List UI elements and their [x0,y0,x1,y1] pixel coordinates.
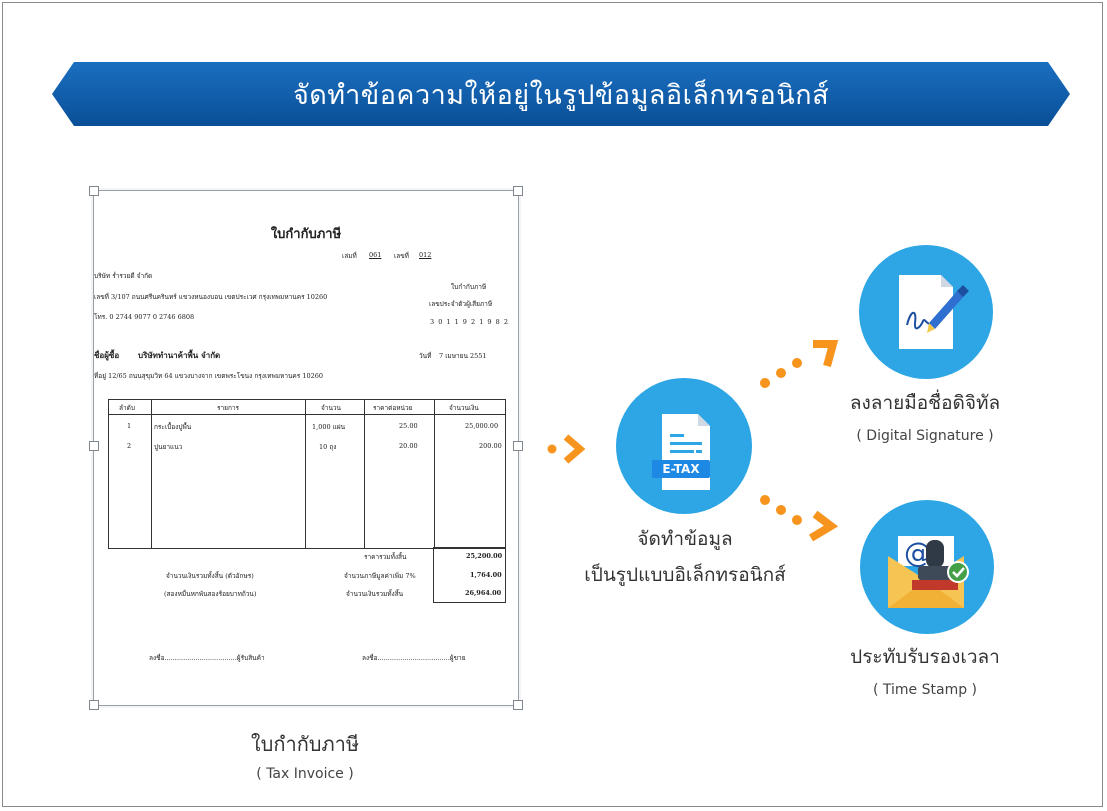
seller-phone: โทร. 0 2744 9077 0 2746 6808 [94,313,195,321]
row-price: 25.00 [399,422,418,430]
signature-circle [859,245,993,379]
column-header: จำนวนเงิน [449,404,479,412]
corner-handle [89,700,99,710]
vat-label: จำนวนภาษีมูลค่าเพิ่ม 7% [344,572,416,580]
row-item: ปูนยาแนว [154,443,183,451]
e-tax-circle: E-TAX [616,378,752,514]
vat-value: 1,764.00 [470,571,502,579]
e-tax-badge-label: E-TAX [662,462,700,476]
invoice-number: 012 [419,251,432,259]
tax-id: 3 0 1 1 9 2 1 9 8 2 [430,318,509,326]
row-price: 20.00 [399,442,418,450]
corner-handle [89,186,99,196]
items-table: ลำดับ รายการ จำนวน ราคาต่อหน่วย จำนวนเงิ… [108,399,506,549]
column-header: จำนวน [321,404,341,412]
row-amount: 200.00 [479,442,502,450]
date-label: วันที่ [419,352,432,360]
buyer-name: บริษัททำนาค้าพื้น จำกัด [138,350,221,360]
subtotal-value: 25,200.00 [466,552,503,560]
signature-caption-en: ( Digital Signature ) [856,428,994,444]
arrow-to-signature-icon [760,340,839,388]
row-number: 2 [127,442,132,450]
invoice-title: ใบกำกับภาษี [270,227,342,242]
corner-handle [513,700,523,710]
corner-handle [513,441,523,451]
receiver-signature: ลงชื่อ..................................… [149,654,265,662]
row-number: 1 [127,422,132,430]
center-caption-line2: เป็นรูปแบบอิเล็กทรอนิกส์ [584,564,786,586]
grand-total-value: 26,964.00 [465,589,502,597]
column-header: ราคาต่อหน่วย [373,404,413,412]
e-tax-document-icon [652,414,710,490]
banner-title: จัดทำข้อความให้อยู่ในรูปข้อมูลอิเล็กทรอน… [292,79,830,111]
amount-words-label: จำนวนเงินรวมทั้งสิ้น (ตัวอักษร) [166,572,254,580]
row-amount: 25,000.00 [465,422,499,430]
seller-name: บริษัท ร่ำรวยดี จำกัด [94,272,153,280]
subtotal-label: ราคารวมทั้งสิ้น [364,553,407,561]
invoice-date: 7 เมษายน 2551 [439,352,487,360]
signature-pen-icon [899,275,969,349]
tax-invoice-caption: ใบกำกับภาษี [250,732,360,756]
seller-address: เลขที่ 3/107 ถนนศรีนครินทร์ แขวงหนองบอน … [94,293,328,301]
number-label: เลขที่ [394,252,409,260]
column-header: รายการ [217,404,240,412]
timestamp-caption-en: ( Time Stamp ) [872,682,977,698]
timestamp-circle: @ [860,500,994,634]
title-banner: จัดทำข้อความให้อยู่ในรูปข้อมูลอิเล็กทรอน… [52,62,1070,126]
grand-total-label: จำนวนเงินรวมทั้งสิ้น [346,590,404,598]
book-label: เล่มที่ [342,252,357,260]
book-number: 061 [369,251,382,259]
table-header [109,400,505,415]
row-qty: 1,000 แผ่น [312,423,346,431]
signature-caption: ลงลายมือชื่อดิจิทัล [849,392,1001,414]
row-item: กระเบื้องปูพื้น [154,423,192,431]
seller-signature: ลงชื่อ..................................… [362,654,466,662]
tax-invoice-document: ใบกำกับภาษี เล่มที่ 061 เลขที่ 012 บริษั… [89,186,523,710]
center-caption-line1: จัดทำข้อมูล [637,528,733,550]
tax-invoice-caption-en: ( Tax Invoice ) [256,766,354,782]
tax-id-label: เลขประจำตัวผู้เสียภาษี [429,300,493,308]
buyer-address: ที่อยู่ 12/65 ถนนสุขุมวิท 64 แขวงบางจาก … [94,372,323,380]
row-qty: 10 ถุง [319,443,337,451]
column-header: ลำดับ [119,404,135,412]
buyer-label: ชื่อผู้ซื้อ [94,350,120,360]
corner-handle [89,441,99,451]
timestamp-caption: ประทับรับรองเวลา [850,646,1000,668]
corner-handle [513,186,523,196]
time-stamp-envelope-icon: @ [888,536,969,608]
arrow-to-etax-icon [547,434,586,464]
amount-words-value: (สองหมื่นหกพันสองร้อยบาทถ้วน) [164,590,257,598]
doc-type: ใบกำกับภาษี [451,283,487,291]
